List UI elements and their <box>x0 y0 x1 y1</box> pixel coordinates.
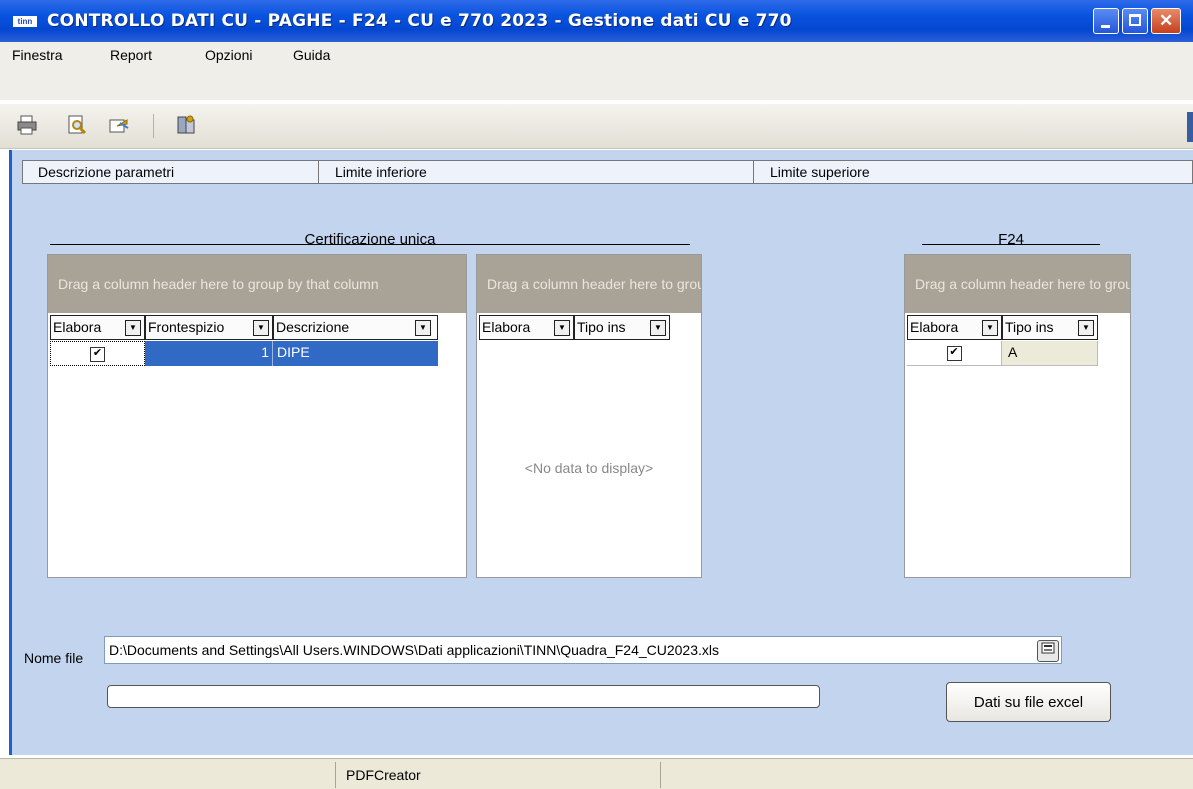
section-underline <box>922 244 1100 245</box>
menu-opzioni[interactable]: Opzioni <box>205 44 252 66</box>
row-checkbox-cell[interactable]: ✔ <box>907 341 1002 366</box>
export-icon[interactable] <box>108 114 130 136</box>
settings-icon[interactable] <box>175 114 197 136</box>
param-col-limite-inferiore[interactable]: Limite inferiore <box>318 160 753 184</box>
column-filter-icon[interactable]: ▼ <box>554 320 570 336</box>
column-header-elabora[interactable]: Elabora ▼ <box>907 315 1002 340</box>
param-col-limite-superiore[interactable]: Limite superiore <box>753 160 1193 184</box>
checkbox-checked-icon[interactable]: ✔ <box>946 345 962 361</box>
column-header-tipo-ins[interactable]: Tipo ins ▼ <box>1002 315 1098 340</box>
group-by-panel[interactable]: Drag a column header here to group by th… <box>905 255 1130 313</box>
progress-bar <box>107 685 820 708</box>
file-path-input[interactable] <box>109 639 1029 661</box>
group-by-panel[interactable]: Drag a column header here to group by th… <box>48 255 466 313</box>
section-underline <box>50 244 690 245</box>
grid-tipo-ins-cu[interactable]: Drag a column header here to group by th… <box>476 254 702 578</box>
section-title-cu: Certificazione unica <box>304 231 436 248</box>
cell-descrizione[interactable]: DIPE <box>273 341 438 366</box>
column-header-tipo-ins[interactable]: Tipo ins ▼ <box>574 315 670 340</box>
menu-guida[interactable]: Guida <box>293 44 330 66</box>
toolbar <box>0 104 1193 149</box>
status-separator <box>660 762 661 788</box>
toolbar-separator <box>153 114 154 138</box>
column-header-elabora[interactable]: Elabora ▼ <box>50 315 145 340</box>
column-filter-icon[interactable]: ▼ <box>1078 320 1094 336</box>
browse-icon[interactable] <box>1037 640 1059 662</box>
status-text: PDFCreator <box>346 767 421 783</box>
column-filter-icon[interactable]: ▼ <box>650 320 666 336</box>
param-col-descrizione[interactable]: Descrizione parametri <box>22 160 318 184</box>
column-header-descrizione[interactable]: Descrizione ▼ <box>273 315 438 340</box>
cell-tipo-ins[interactable]: A <box>1002 341 1098 366</box>
printer-icon[interactable] <box>16 114 38 136</box>
export-excel-button[interactable]: Dati su file excel <box>946 682 1111 722</box>
column-filter-icon[interactable]: ▼ <box>253 320 269 336</box>
close-button[interactable] <box>1151 8 1181 34</box>
column-header-elabora[interactable]: Elabora ▼ <box>479 315 574 340</box>
title-bar[interactable]: tinn CONTROLLO DATI CU - PAGHE - F24 - C… <box>0 0 1193 42</box>
menu-report[interactable]: Report <box>110 44 152 66</box>
status-separator <box>335 762 336 788</box>
grid-tipo-ins-f24[interactable]: Drag a column header here to group by th… <box>904 254 1131 578</box>
column-filter-icon[interactable]: ▼ <box>982 320 998 336</box>
column-header-frontespizio[interactable]: Frontespizio ▼ <box>145 315 273 340</box>
no-data-message: <No data to display> <box>524 460 654 476</box>
file-label: Nome file <box>24 650 84 666</box>
menu-finestra[interactable]: Finestra <box>12 44 63 66</box>
menu-bar: Finestra Report Opzioni Guida <box>0 42 1193 100</box>
section-title-f24: F24 <box>998 231 1024 248</box>
app-icon: tinn <box>13 16 37 27</box>
cell-frontespizio[interactable]: 1 <box>145 341 273 366</box>
row-checkbox-cell[interactable]: ✔ <box>50 341 145 366</box>
window-title: CONTROLLO DATI CU - PAGHE - F24 - CU e 7… <box>47 11 792 31</box>
grid-frontespizio[interactable]: Drag a column header here to group by th… <box>47 254 467 578</box>
minimize-button[interactable] <box>1093 8 1119 34</box>
toolbar-edge <box>1187 112 1193 142</box>
group-by-panel[interactable]: Drag a column header here to group by th… <box>477 255 701 313</box>
maximize-button[interactable] <box>1122 8 1148 34</box>
file-path-field[interactable] <box>104 636 1062 664</box>
status-bar <box>0 758 1193 789</box>
checkbox-checked-icon[interactable]: ✔ <box>90 346 105 362</box>
column-filter-icon[interactable]: ▼ <box>125 320 141 336</box>
print-preview-icon[interactable] <box>66 114 88 136</box>
column-filter-icon[interactable]: ▼ <box>415 320 431 336</box>
